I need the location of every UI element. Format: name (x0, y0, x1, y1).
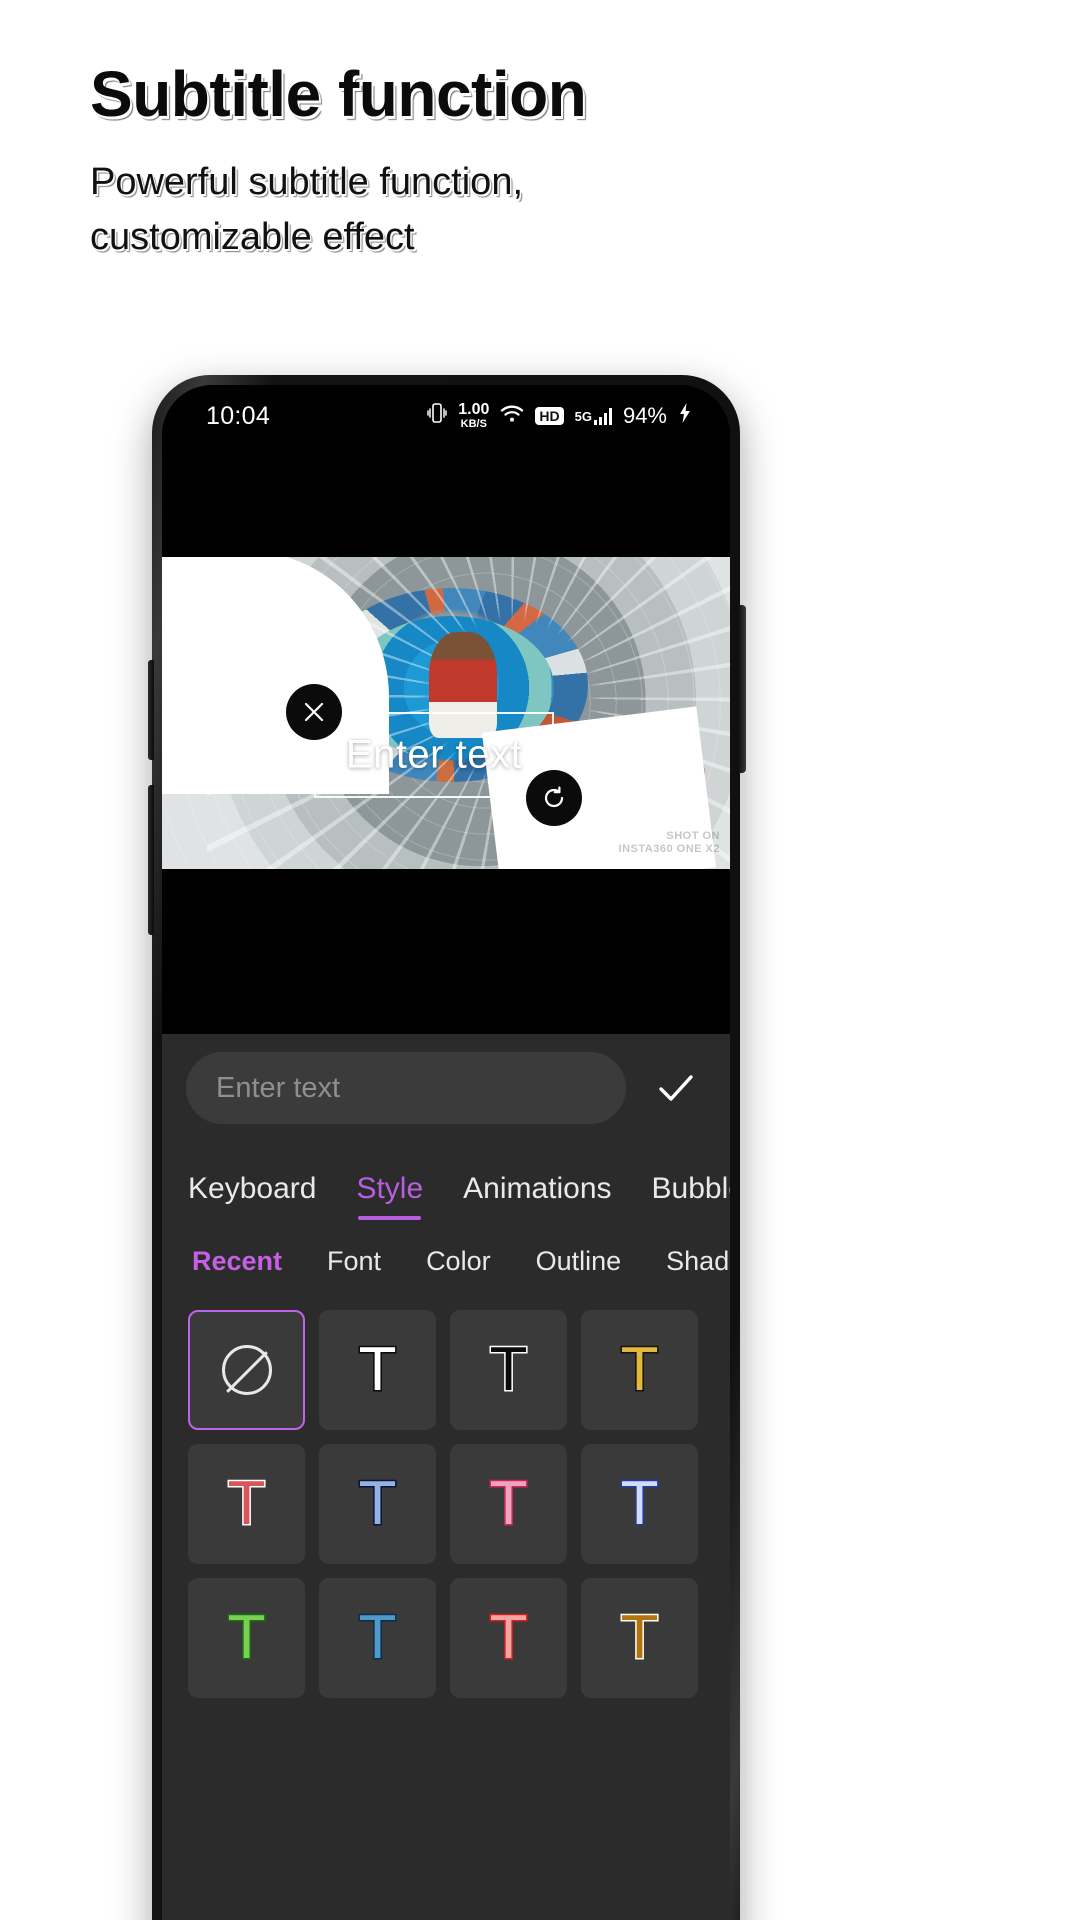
status-time: 10:04 (206, 401, 271, 430)
status-icons: 1.00 KB/S HD 5G 94% (427, 401, 692, 432)
style-swatch-white[interactable]: T (319, 1310, 436, 1430)
style-swatch-glyph: T (357, 1603, 398, 1672)
rotate-icon[interactable] (526, 770, 582, 826)
preview-letterbox-bottom (162, 869, 730, 1034)
headline-block: Subtitle function Powerful subtitle func… (90, 58, 970, 265)
page-root: Subtitle function Powerful subtitle func… (0, 0, 1080, 1920)
confirm-button[interactable] (644, 1056, 708, 1120)
status-bar: 10:04 1.00 KB/S HD 5G 94% (162, 385, 730, 447)
video-watermark-line1: SHOT ON (666, 829, 720, 842)
style-swatch-glyph: T (357, 1335, 398, 1404)
subtab-outline[interactable]: Outline (536, 1246, 622, 1290)
text-overlay-label: Enter text (345, 732, 523, 777)
preview-letterbox-top (162, 447, 730, 557)
wifi-icon (500, 402, 524, 431)
page-subtitle-line1: Powerful subtitle function, (90, 161, 524, 204)
video-preview[interactable]: SHOT ON INSTA360 ONE X2 Enter text (162, 557, 730, 869)
network-speed-value: 1.00 (458, 401, 490, 418)
style-swatch-glyph: T (226, 1603, 267, 1672)
style-swatch-pink[interactable]: T (450, 1444, 567, 1564)
tab-style[interactable]: Style (356, 1172, 423, 1220)
network-speed-unit: KB/S (460, 418, 487, 430)
style-swatch-glyph: T (619, 1469, 660, 1538)
network-type-label: 5G (574, 408, 592, 424)
signal-bars-icon: 5G (574, 407, 612, 425)
phone-screen: 10:04 1.00 KB/S HD 5G 94% SHOT ON INSTA3… (162, 385, 730, 1920)
text-style-swatch-grid: TTTTTTTTTTT (162, 1310, 730, 1698)
power-button[interactable] (738, 605, 746, 773)
video-watermark-line2: INSTA360 ONE X2 (618, 843, 720, 856)
subtab-shadow[interactable]: Shadow (666, 1246, 730, 1290)
battery-percent: 94% (622, 403, 667, 428)
volume-down-button[interactable] (148, 785, 154, 935)
style-swatch-gold[interactable]: T (581, 1310, 698, 1430)
page-title: Subtitle function (90, 58, 587, 130)
style-swatch-pale-blue[interactable]: T (581, 1444, 698, 1564)
style-swatch-glyph: T (488, 1603, 529, 1672)
style-swatch-brown-gold[interactable]: T (581, 1578, 698, 1698)
vibrate-icon (427, 401, 447, 432)
style-swatch-glyph: T (226, 1469, 267, 1538)
editor-tabs: Keyboard Style Animations Bubbles Text a… (162, 1158, 730, 1220)
style-swatch-green[interactable]: T (188, 1578, 305, 1698)
no-style-icon (221, 1345, 272, 1395)
style-swatch-glyph: T (619, 1335, 660, 1404)
subtab-color[interactable]: Color (426, 1246, 491, 1290)
style-swatch-glyph: T (488, 1469, 529, 1538)
tab-keyboard[interactable]: Keyboard (188, 1172, 316, 1220)
style-swatch-black[interactable]: T (450, 1310, 567, 1430)
subtab-font[interactable]: Font (327, 1246, 381, 1290)
tab-animations[interactable]: Animations (463, 1172, 611, 1220)
style-swatch-none[interactable] (188, 1310, 305, 1430)
style-swatch-glyph: T (488, 1335, 529, 1404)
phone-screen-bezel: 10:04 1.00 KB/S HD 5G 94% SHOT ON INSTA3… (162, 385, 730, 1920)
style-swatch-light-blue[interactable]: T (319, 1444, 436, 1564)
style-swatch-glyph: T (619, 1603, 660, 1672)
subtab-recent[interactable]: Recent (192, 1246, 282, 1290)
style-swatch-glyph: T (357, 1469, 398, 1538)
style-swatch-red[interactable]: T (188, 1444, 305, 1564)
page-subtitle-line2: customizable effect (90, 216, 415, 259)
style-subtabs: Recent Font Color Outline Shadow B (162, 1246, 730, 1290)
subtitle-text-input[interactable]: Enter text (186, 1052, 626, 1124)
page-subtitle: Powerful subtitle function, customizable… (90, 155, 970, 265)
phone-device-frame: 10:04 1.00 KB/S HD 5G 94% SHOT ON INSTA3… (148, 375, 746, 1920)
charging-bolt-icon (678, 402, 692, 431)
text-overlay-widget[interactable]: Enter text (286, 684, 582, 826)
subtitle-editor-panel: Enter text Keyboard Style Animations Bub… (162, 1034, 730, 1920)
style-swatch-salmon[interactable]: T (450, 1578, 567, 1698)
tab-bubbles[interactable]: Bubbles (652, 1172, 730, 1220)
close-icon[interactable] (286, 684, 342, 740)
checkmark-icon (659, 1075, 693, 1101)
volume-up-button[interactable] (148, 660, 154, 760)
video-watermark: SHOT ON INSTA360 ONE X2 (619, 830, 720, 858)
text-input-row: Enter text (162, 1052, 730, 1124)
network-speed-indicator: 1.00 KB/S (458, 402, 489, 430)
signal-bars (593, 407, 612, 425)
subtitle-text-placeholder: Enter text (216, 1071, 341, 1104)
style-swatch-steel-blue[interactable]: T (319, 1578, 436, 1698)
hd-badge: HD (535, 407, 564, 425)
